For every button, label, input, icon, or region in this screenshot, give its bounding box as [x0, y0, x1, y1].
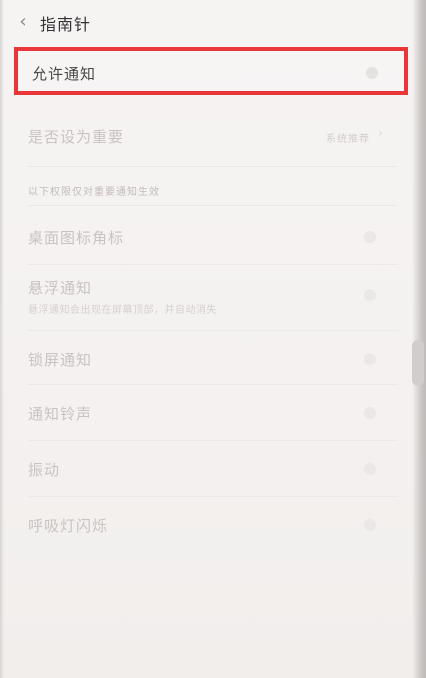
- setting-label: 悬浮通知: [28, 279, 93, 297]
- divider: [28, 166, 398, 167]
- setting-toggle[interactable]: [364, 353, 376, 365]
- screen-edge-left: [0, 0, 4, 678]
- importance-value: 系统推荐: [326, 134, 370, 145]
- back-button[interactable]: ‹: [12, 8, 34, 34]
- setting-toggle[interactable]: [364, 519, 376, 531]
- setting-label: 呼吸灯闪烁: [28, 517, 109, 535]
- setting-sublabel: 悬浮通知会出现在屏幕顶部，并自动消失: [28, 305, 217, 316]
- setting-toggle[interactable]: [364, 231, 376, 243]
- divider: [28, 496, 398, 497]
- setting-toggle[interactable]: [364, 289, 376, 301]
- setting-toggle[interactable]: [364, 407, 376, 419]
- setting-label: 桌面图标角标: [28, 229, 125, 247]
- page-title: 指南针: [40, 15, 92, 34]
- setting-row-breathing-light[interactable]: 呼吸灯闪烁: [28, 513, 388, 539]
- screen: ‹ 指南针 允许通知 是否设为重要 系统推荐 › 以下权限仅对重要通知生效 桌面…: [0, 0, 426, 678]
- importance-row[interactable]: 是否设为重要 系统推荐 ›: [28, 124, 388, 150]
- divider: [28, 205, 398, 206]
- setting-row-floating[interactable]: 悬浮通知 悬浮通知会出现在屏幕顶部，并自动消失: [28, 277, 388, 317]
- divider: [28, 384, 398, 385]
- setting-row-ringtone[interactable]: 通知铃声: [28, 401, 388, 427]
- chevron-right-icon: ›: [378, 126, 384, 140]
- section-caption: 以下权限仅对重要通知生效: [28, 187, 160, 198]
- setting-toggle[interactable]: [364, 463, 376, 475]
- importance-label: 是否设为重要: [28, 128, 125, 146]
- divider: [28, 264, 398, 265]
- allow-notifications-row[interactable]: 允许通知: [14, 47, 408, 95]
- side-handle[interactable]: [412, 340, 424, 386]
- divider: [28, 440, 398, 441]
- setting-row-vibration[interactable]: 振动: [28, 457, 388, 483]
- setting-label: 振动: [28, 461, 61, 479]
- allow-notifications-toggle[interactable]: [366, 67, 378, 79]
- allow-notifications-label: 允许通知: [32, 65, 97, 83]
- setting-label: 通知铃声: [28, 405, 93, 423]
- chevron-left-icon: ‹: [19, 10, 27, 32]
- setting-row-badge[interactable]: 桌面图标角标: [28, 225, 388, 251]
- setting-row-lockscreen[interactable]: 锁屏通知: [28, 347, 388, 373]
- screen-edge-right: [412, 0, 426, 678]
- divider: [28, 330, 398, 331]
- header: ‹ 指南针: [0, 0, 426, 44]
- setting-label: 锁屏通知: [28, 351, 93, 369]
